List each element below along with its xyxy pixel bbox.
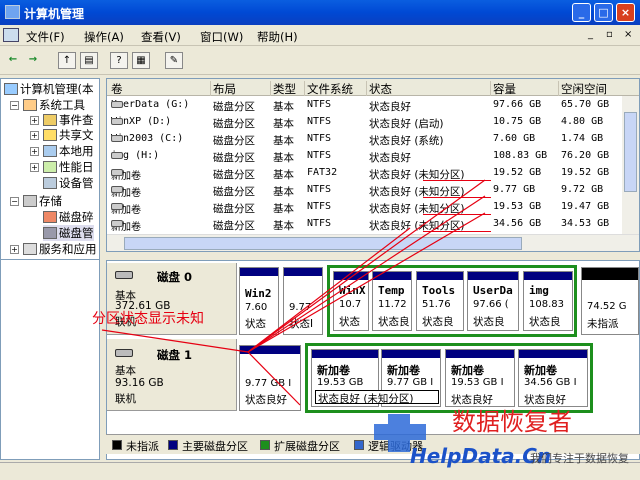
annotation-arrow [247, 179, 486, 353]
annotation-arrow [247, 195, 486, 353]
watermark-slogan: 我们专注于数据恢复 [530, 452, 629, 465]
annotation-arrow [247, 212, 486, 353]
annotation-arrow [247, 351, 301, 406]
annotation-leader [101, 329, 249, 353]
annotation-arrow [247, 227, 411, 353]
annotation-text: 分区状态显示未知 [92, 311, 204, 327]
watermark-cn: 数据恢复者 [452, 408, 572, 436]
